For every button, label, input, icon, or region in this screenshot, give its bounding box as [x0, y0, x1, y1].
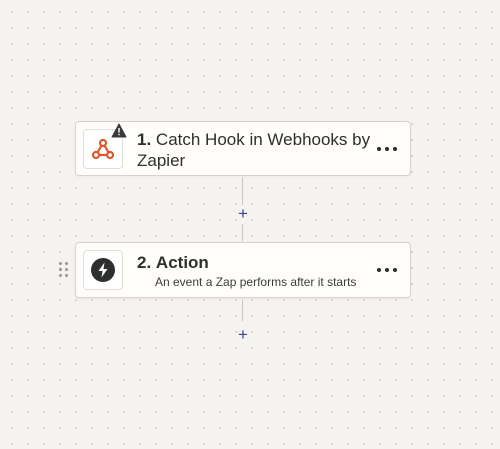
step-1-title: 1. Catch Hook in Webhooks by Zapier — [137, 129, 377, 171]
dot-icon — [393, 268, 397, 272]
connector-line-bottom — [242, 224, 243, 241]
add-step-button-1[interactable]: + — [236, 204, 250, 223]
dot-icon — [377, 147, 381, 151]
plus-icon: + — [238, 204, 248, 223]
dot-icon — [385, 147, 389, 151]
step-1-number: 1. — [137, 130, 152, 149]
webhook-icon — [91, 138, 115, 160]
plus-icon: + — [238, 325, 248, 344]
step-2-subtitle: An event a Zap performs after it starts — [155, 275, 357, 289]
step-2-title: 2. Action — [137, 252, 209, 273]
connector-line-end — [242, 299, 243, 321]
step-2-number: 2. — [137, 253, 152, 272]
drag-handle-icon[interactable] — [59, 262, 69, 278]
dot-icon — [385, 268, 389, 272]
dot-icon — [377, 268, 381, 272]
lightning-bolt-icon — [91, 258, 115, 282]
connector-line-top — [242, 177, 243, 205]
dot-icon — [393, 147, 397, 151]
step-1-title-text: Catch Hook in Webhooks by Zapier — [137, 130, 371, 170]
step-2-card[interactable]: 2. Action An event a Zap performs after … — [75, 242, 411, 298]
add-step-button-2[interactable]: + — [236, 325, 250, 344]
step-2-app-icon — [83, 250, 123, 290]
warning-icon — [111, 123, 127, 138]
step-1-more-options-button[interactable] — [377, 144, 397, 154]
step-2-title-text: Action — [155, 253, 209, 272]
step-2-more-options-button[interactable] — [377, 265, 397, 275]
